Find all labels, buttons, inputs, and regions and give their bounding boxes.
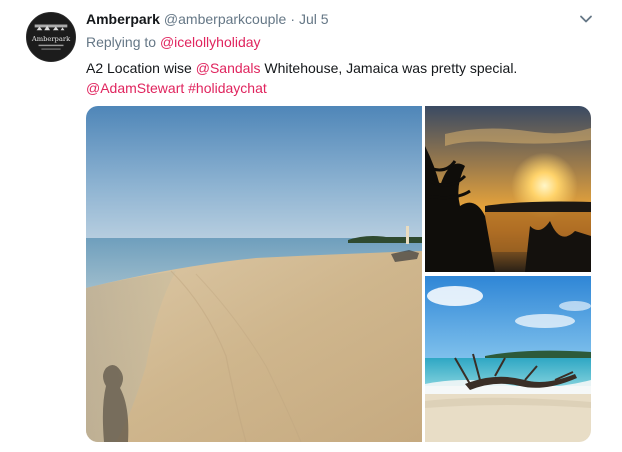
photo-sunset[interactable]	[425, 106, 591, 272]
hashtag-holidaychat-link[interactable]: #holidaychat	[188, 80, 267, 96]
avatar-logo-icon: Amberpark	[27, 13, 75, 61]
replying-to: Replying to @icelollyholiday	[86, 33, 261, 51]
tweet-text-part1: A2 Location wise	[86, 60, 196, 76]
tweet-date[interactable]: Jul 5	[299, 11, 329, 27]
avatar-text: Amberpark	[31, 35, 71, 43]
user-handle[interactable]: @amberparkcouple	[164, 11, 286, 27]
chevron-down-icon	[580, 15, 592, 23]
tweet-header: Amberpark @amberparkcouple · Jul 5	[86, 10, 329, 28]
replying-to-label: Replying to	[86, 34, 157, 50]
mention-adamstewart-link[interactable]: @AdamStewart	[86, 80, 184, 96]
media-grid	[86, 106, 591, 442]
avatar[interactable]: Amberpark	[26, 12, 76, 62]
separator-dot: ·	[290, 11, 295, 27]
tweet-text: A2 Location wise @Sandals Whitehouse, Ja…	[86, 58, 596, 98]
photo-driftwood[interactable]	[425, 276, 591, 442]
tweet-text-part2: Whitehouse, Jamaica was pretty special.	[260, 60, 518, 76]
photo-beach[interactable]	[86, 106, 422, 442]
driftwood-photo-image	[425, 276, 591, 442]
reply-to-handle-link[interactable]: @icelollyholiday	[160, 34, 261, 50]
more-options-button[interactable]	[577, 10, 595, 28]
tweet: Amberpark Amberpark @amberparkcouple · Jul …	[0, 0, 622, 452]
beach-photo-image	[86, 106, 422, 442]
mention-sandals-link[interactable]: @Sandals	[196, 60, 261, 76]
sunset-photo-image	[425, 106, 591, 272]
display-name[interactable]: Amberpark	[86, 11, 160, 27]
